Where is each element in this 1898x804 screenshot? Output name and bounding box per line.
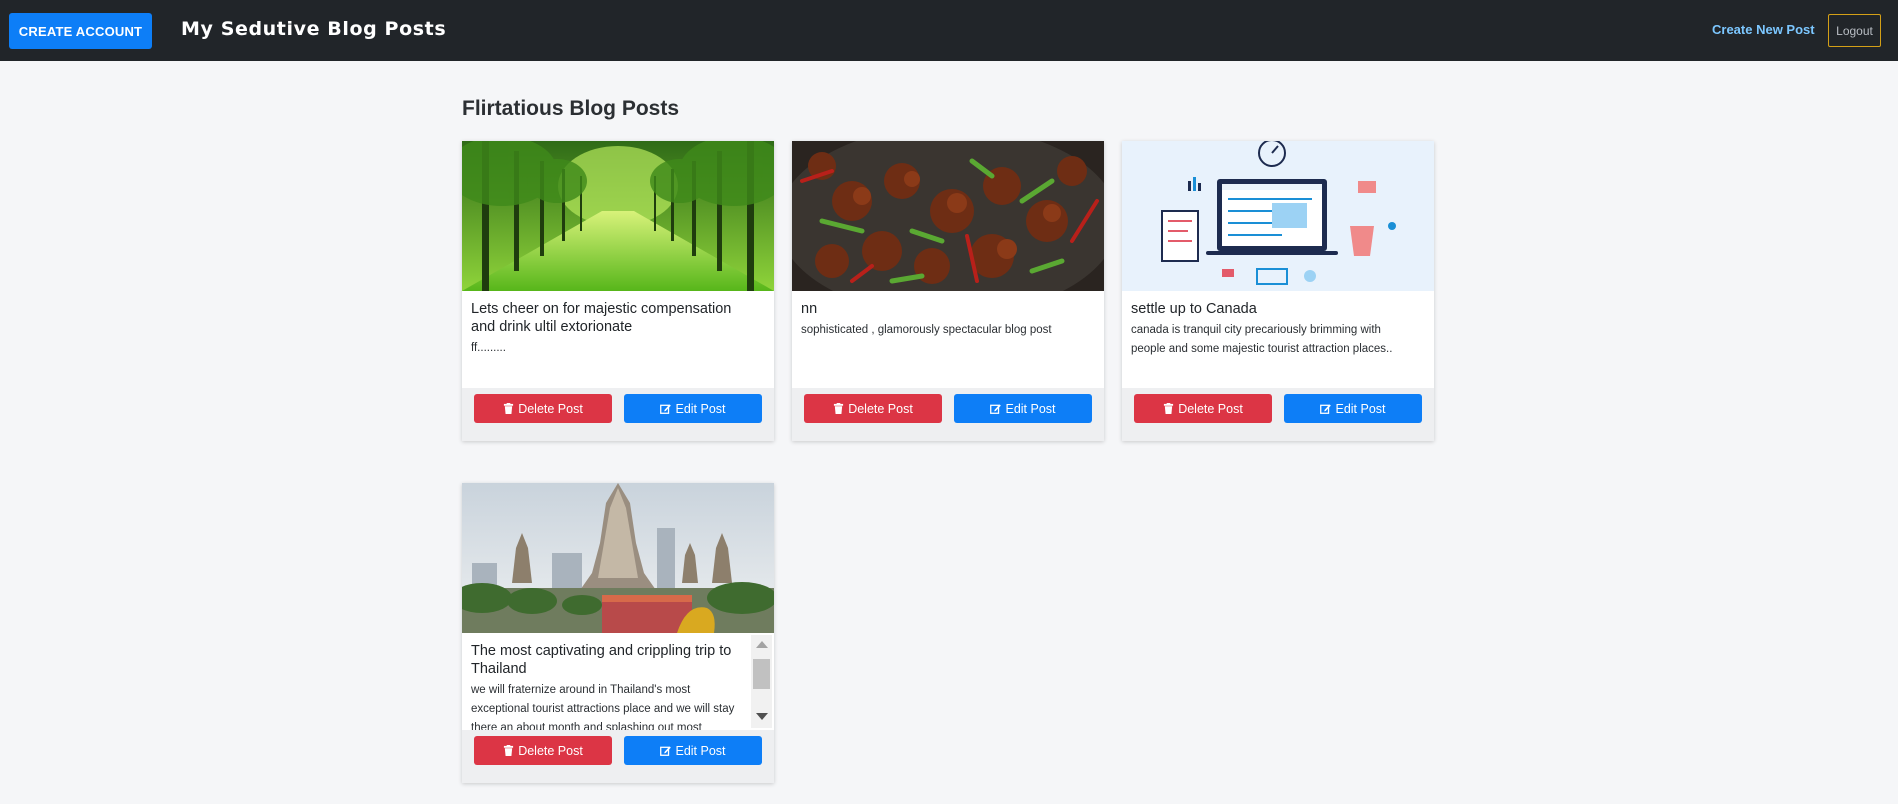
delete-post-button[interactable]: Delete Post xyxy=(1134,394,1272,423)
post-scrollbar[interactable] xyxy=(751,635,772,728)
card-body: settle up to Canada canada is tranquil c… xyxy=(1122,291,1434,388)
site-brand[interactable]: My Sedutive Blog Posts xyxy=(181,18,446,40)
edit-icon xyxy=(990,404,1002,414)
post-excerpt: we will fraternize around in Thailand's … xyxy=(471,684,735,730)
card-body: nn sophisticated , glamorously spectacul… xyxy=(792,291,1104,388)
project-management-illustration xyxy=(1122,141,1434,291)
edit-post-button[interactable]: Edit Post xyxy=(1284,394,1422,423)
post-title: Lets cheer on for majestic compensation … xyxy=(471,301,732,335)
edit-icon xyxy=(660,746,672,756)
delete-post-button[interactable]: Delete Post xyxy=(474,736,612,765)
logout-button[interactable]: Logout xyxy=(1828,14,1881,47)
thailand-temple-image xyxy=(462,483,774,633)
edit-icon xyxy=(660,404,672,414)
blog-card: The most captivating and crippling trip … xyxy=(462,483,774,783)
scroll-up-arrow-icon[interactable] xyxy=(756,641,768,648)
edit-post-label: Edit Post xyxy=(1335,401,1386,416)
post-excerpt: ff......... xyxy=(471,342,506,354)
trash-icon xyxy=(834,403,844,414)
edit-post-button[interactable]: Edit Post xyxy=(624,394,762,423)
delete-post-label: Delete Post xyxy=(518,401,583,416)
delete-post-label: Delete Post xyxy=(518,743,583,758)
top-navbar: CREATE ACCOUNT My Sedutive Blog Posts Cr… xyxy=(0,0,1898,61)
blog-card: settle up to Canada canada is tranquil c… xyxy=(1122,141,1434,441)
edit-post-label: Edit Post xyxy=(675,401,726,416)
scrollbar-thumb[interactable] xyxy=(753,659,770,689)
card-body: The most captivating and crippling trip … xyxy=(462,633,774,730)
edit-post-label: Edit Post xyxy=(1005,401,1056,416)
trash-icon xyxy=(504,403,514,414)
post-excerpt: sophisticated , glamorously spectacular … xyxy=(801,324,1052,336)
blog-card: nn sophisticated , glamorously spectacul… xyxy=(792,141,1104,441)
trash-icon xyxy=(504,745,514,756)
delete-post-label: Delete Post xyxy=(1178,401,1243,416)
edit-icon xyxy=(1320,404,1332,414)
blog-card: Lets cheer on for majestic compensation … xyxy=(462,141,774,441)
delete-post-button[interactable]: Delete Post xyxy=(474,394,612,423)
post-title: settle up to Canada xyxy=(1131,301,1257,317)
edit-post-button[interactable]: Edit Post xyxy=(954,394,1092,423)
delete-post-button[interactable]: Delete Post xyxy=(804,394,942,423)
post-title: The most captivating and crippling trip … xyxy=(471,643,732,677)
card-body: Lets cheer on for majestic compensation … xyxy=(462,291,774,388)
edit-post-label: Edit Post xyxy=(675,743,726,758)
page-title: Flirtatious Blog Posts xyxy=(462,97,680,120)
scroll-down-arrow-icon[interactable] xyxy=(756,713,768,720)
edit-post-button[interactable]: Edit Post xyxy=(624,736,762,765)
tree-lined-path-image xyxy=(462,141,774,291)
create-new-post-link[interactable]: Create New Post xyxy=(1712,22,1815,37)
stir-fry-dish-image xyxy=(792,141,1104,291)
post-title: nn xyxy=(801,301,818,317)
create-account-button[interactable]: CREATE ACCOUNT xyxy=(9,13,152,49)
trash-icon xyxy=(1164,403,1174,414)
post-excerpt: canada is tranquil city precariously bri… xyxy=(1131,324,1393,355)
delete-post-label: Delete Post xyxy=(848,401,913,416)
